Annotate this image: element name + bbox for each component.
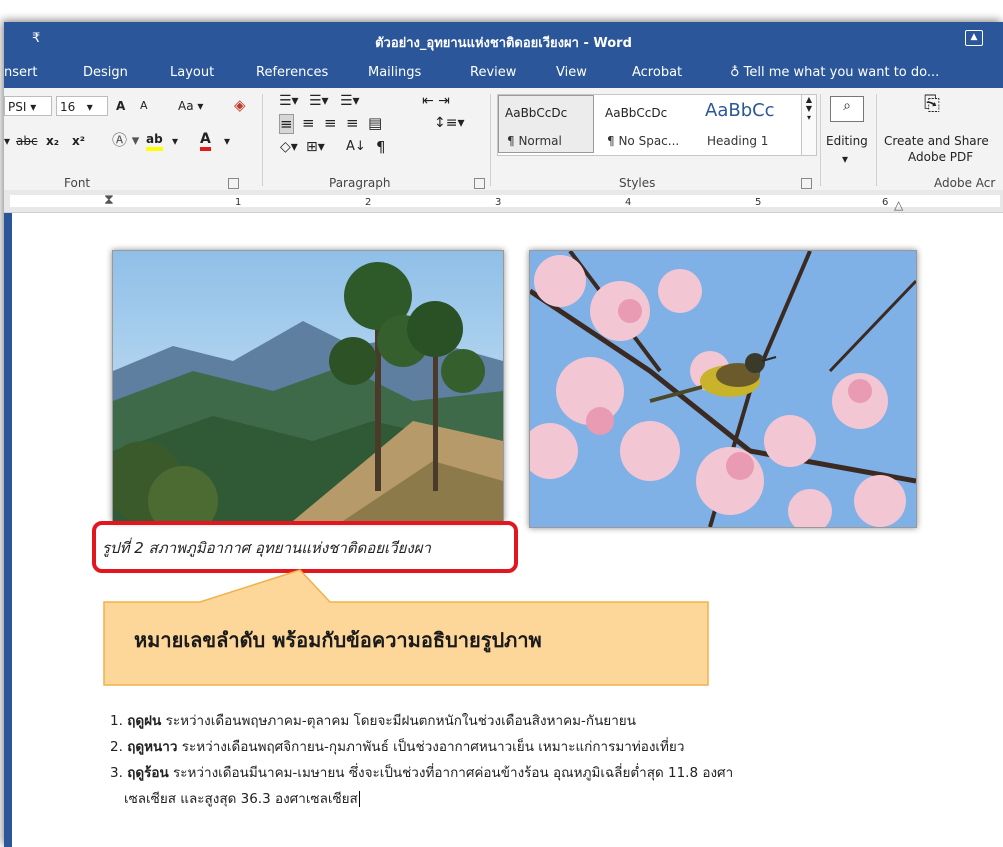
horizontal-ruler[interactable]: 1 2 3 4 5 6 ⧗ △ — [4, 190, 1003, 213]
styles-gallery: AaBbCcDc ¶ Normal AaBbCcDc ¶ No Spac... … — [497, 94, 811, 156]
ruler-number: 2 — [365, 197, 372, 208]
sort-icon[interactable]: A↓ — [346, 138, 366, 156]
paragraph-dialog-launcher-icon[interactable] — [474, 178, 485, 189]
tab-design[interactable]: Design — [83, 65, 128, 80]
list-item[interactable]: 3. ฤดูร้อน ระหว่างเดือนมีนาคม-เมษายน ซึ่… — [110, 760, 990, 786]
bullets-icon[interactable]: ☰▾ — [279, 92, 299, 110]
justify-icon[interactable]: ≡ — [346, 114, 359, 132]
tab-review[interactable]: Review — [470, 65, 516, 80]
styles-group-label: Styles — [619, 176, 656, 190]
find-search-icon[interactable]: ⌕ — [830, 96, 864, 122]
shading-icon[interactable]: ◇▾ — [280, 138, 298, 156]
superscript-button[interactable]: x² — [72, 132, 85, 150]
align-right-icon[interactable]: ≡ — [324, 114, 337, 132]
subscript-button[interactable]: x₂ — [46, 132, 59, 150]
create-share-pdf-line2[interactable]: Adobe PDF — [908, 148, 973, 166]
tab-references[interactable]: References — [256, 65, 328, 80]
separator — [820, 94, 821, 186]
separator — [262, 94, 263, 186]
font-dropdown-arrow[interactable]: ▾ — [4, 132, 10, 150]
numbering-icon[interactable]: ☰▾ — [309, 92, 329, 110]
font-group-label: Font — [64, 176, 91, 190]
font-size-combo[interactable]: 16 ▾ — [56, 96, 108, 116]
paragraph-group-label: Paragraph — [329, 176, 391, 190]
styles-scroll-buttons[interactable]: ▲ ▼ ▾ — [801, 94, 817, 156]
highlight-icon[interactable]: ab — [146, 131, 163, 151]
text-cursor — [358, 791, 360, 807]
style-no-spacing[interactable]: AaBbCcDc ¶ No Spac... — [598, 95, 694, 153]
figure-caption[interactable]: รูปที่ 2 สภาพภูมิอากาศ อุทยานแห่งชาติดอย… — [102, 536, 431, 560]
tell-me-text: Tell me what you want to do... — [743, 65, 940, 80]
change-case-button[interactable]: Aa ▾ — [178, 97, 203, 115]
line-spacing-icon[interactable]: ↕≡▾ — [434, 114, 465, 132]
ruler-number: 6 — [882, 197, 889, 208]
grow-font-button[interactable]: A — [116, 97, 125, 115]
editing-dropdown-arrow[interactable]: ▾ — [842, 150, 848, 168]
tell-me-box[interactable]: ♁ Tell me what you want to do... — [730, 65, 939, 80]
clear-formatting-icon[interactable]: ◈ — [234, 96, 246, 114]
align-left-icon[interactable]: ≡ — [279, 114, 294, 134]
font-color-dropdown-arrow[interactable]: ▾ — [224, 132, 230, 150]
ruler-number: 5 — [755, 197, 762, 208]
styles-dialog-launcher-icon[interactable] — [801, 178, 812, 189]
text-effects-icon[interactable]: Ⓐ ▾ — [112, 131, 139, 149]
style-heading-1[interactable]: AaBbCc Heading 1 — [698, 95, 794, 153]
list-item-continuation[interactable]: เซลเซียส และสูงสุด 36.3 องศาเซลเซียส — [110, 786, 990, 812]
strikethrough-button[interactable]: abc — [16, 132, 38, 150]
title-bar: ₹ ตัวอย่าง_อุทยานแห่งชาติดอยเวียงผา - Wo… — [4, 22, 1003, 60]
mountain-landscape-image[interactable] — [112, 250, 504, 522]
indent-icons[interactable]: ⇤ ⇥ — [422, 92, 450, 110]
ruler-number: 4 — [625, 197, 632, 208]
ribbon-home: PSI ▾ 16 ▾ A A Aa ▾ ◈ ▾ abc x₂ x² Ⓐ ▾ ab… — [4, 88, 1003, 191]
tab-layout[interactable]: Layout — [170, 65, 214, 80]
right-indent-marker-icon[interactable]: △ — [894, 198, 903, 212]
indent-marker-icon[interactable]: ⧗ — [104, 192, 114, 208]
ribbon-display-options-icon[interactable]: ▲ — [965, 30, 983, 46]
font-name-combo[interactable]: PSI ▾ — [4, 96, 52, 116]
distributed-icon[interactable]: ▤ — [368, 114, 382, 132]
season-list: 1. ฤดูฝน ระหว่างเดือนพฤษภาคม-ตุลาคม โดยจ… — [110, 708, 990, 812]
tab-view[interactable]: View — [556, 65, 587, 80]
separator — [490, 94, 491, 186]
list-item[interactable]: 2. ฤดูหนาว ระหว่างเดือนพฤศจิกายน-กุมภาพั… — [110, 734, 990, 760]
multilevel-list-icon[interactable]: ☰▾ — [340, 92, 360, 110]
tab-insert[interactable]: nsert — [4, 65, 37, 80]
tab-acrobat[interactable]: Acrobat — [632, 65, 682, 80]
style-normal[interactable]: AaBbCcDc ¶ Normal — [498, 95, 594, 153]
editing-button[interactable]: Editing — [826, 132, 868, 150]
lightbulb-icon: ♁ — [730, 65, 740, 80]
window-title: ตัวอย่าง_อุทยานแห่งชาติดอยเวียงผา - Word — [375, 36, 632, 51]
show-formatting-icon[interactable]: ¶ — [376, 138, 386, 156]
ruler-number: 3 — [495, 197, 502, 208]
create-pdf-icon[interactable]: ⎘ — [924, 93, 940, 113]
ribbon-tabs: nsert Design Layout References Mailings … — [4, 60, 1003, 88]
list-item[interactable]: 1. ฤดูฝน ระหว่างเดือนพฤษภาคม-ตุลาคม โดยจ… — [110, 708, 990, 734]
acrobat-group-label: Adobe Acr — [934, 176, 996, 190]
highlight-dropdown-arrow[interactable]: ▾ — [172, 132, 178, 150]
tab-mailings[interactable]: Mailings — [368, 65, 421, 80]
callout-text: หมายเลขลำดับ พร้อมกับข้อความอธิบายรูปภาพ — [134, 628, 542, 652]
separator — [876, 94, 877, 186]
align-center-icon[interactable]: ≡ — [302, 114, 315, 132]
font-dialog-launcher-icon[interactable] — [228, 178, 239, 189]
cherry-blossom-bird-image[interactable] — [529, 250, 917, 528]
ruler-number: 1 — [235, 197, 242, 208]
shrink-font-button[interactable]: A — [140, 97, 148, 115]
font-color-icon[interactable]: A — [200, 131, 211, 151]
borders-icon[interactable]: ⊞▾ — [306, 138, 325, 156]
